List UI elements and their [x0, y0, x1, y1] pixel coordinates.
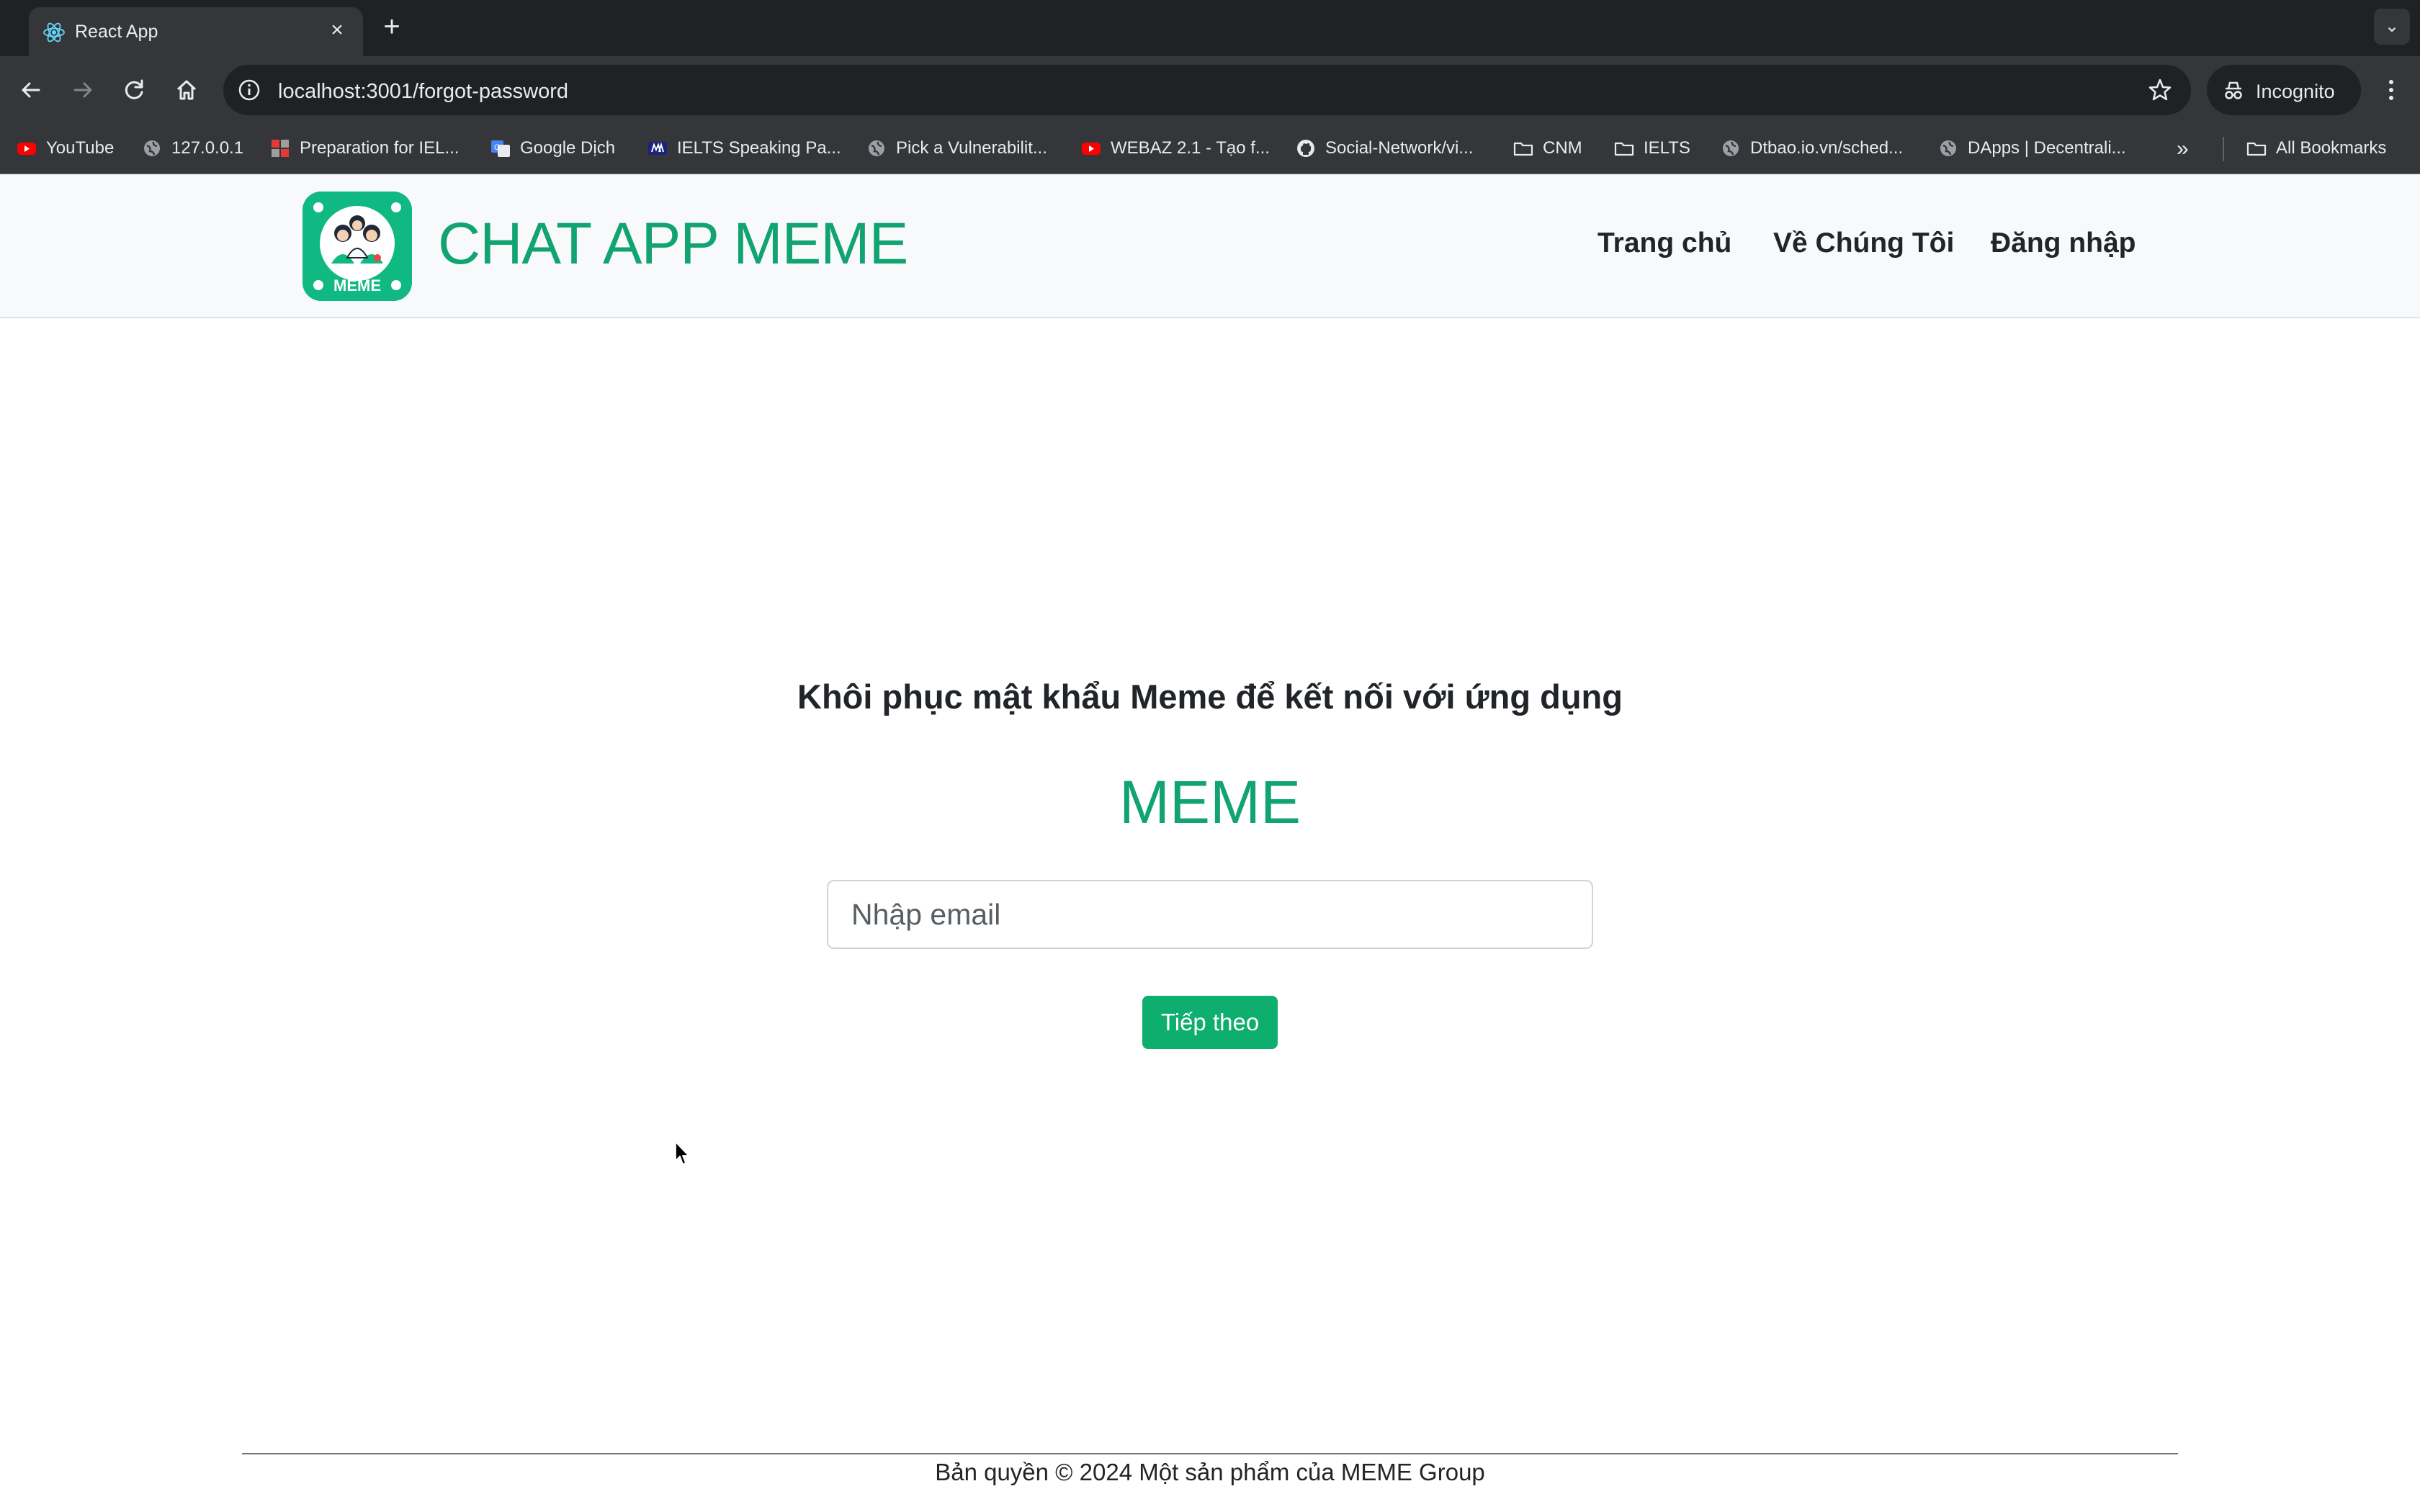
brand-logo[interactable]: MEME: [302, 192, 412, 301]
bookmark-social-network[interactable]: Social-Network/vi...: [1295, 134, 1473, 163]
footer-divider: [242, 1453, 2178, 1454]
bookmark-label: Social-Network/vi...: [1325, 138, 1474, 158]
nav-login-link[interactable]: Đăng nhập: [1991, 228, 2136, 259]
bookmark-label: IELTS: [1644, 138, 1690, 158]
bookmarks-bar: YouTube 127.0.0.1 Preparation for IEL...…: [0, 124, 2420, 174]
globe-icon: [869, 140, 884, 156]
url-text[interactable]: localhost:3001/forgot-password: [278, 80, 568, 104]
bookmark-dapps[interactable]: DApps | Decentrali...: [1937, 134, 2126, 163]
bookmark-label: DApps | Decentrali...: [1968, 138, 2126, 158]
youtube-icon: [1082, 143, 1101, 155]
back-button[interactable]: [13, 72, 49, 108]
email-input[interactable]: [827, 880, 1593, 949]
grid-icon: [272, 140, 289, 157]
folder-icon: [1513, 142, 1533, 156]
folder-icon: [2246, 142, 2267, 156]
bookmark-label: Preparation for IEL...: [300, 138, 460, 158]
browser-menu-button[interactable]: [2377, 72, 2406, 108]
nav-home-link[interactable]: Trang chủ: [1597, 228, 1731, 259]
github-icon: [1297, 140, 1314, 157]
globe-icon: [144, 140, 160, 156]
bookmark-label: YouTube: [46, 138, 115, 158]
home-button[interactable]: [169, 72, 205, 108]
bookmark-folder-cnm[interactable]: CNM: [1512, 134, 1582, 163]
folder-icon: [1614, 142, 1634, 156]
browser-tab-strip: React App × + ⌄: [0, 0, 2420, 56]
bookmarks-divider: [2223, 137, 2224, 161]
bookmark-dtbao[interactable]: Dtbao.io.vn/sched...: [1720, 134, 1903, 163]
footer-copyright: Bản quyền © 2024 Một sản phẩm của MEME G…: [935, 1459, 1485, 1485]
bookmark-localhost[interactable]: 127.0.0.1: [141, 134, 243, 163]
bookmark-ielts-prep[interactable]: Preparation for IEL...: [269, 134, 459, 163]
chevron-double-right-icon[interactable]: »: [2177, 137, 2189, 161]
bookmark-youtube[interactable]: YouTube: [16, 134, 114, 163]
next-button[interactable]: Tiếp theo: [1142, 996, 1278, 1049]
all-bookmarks-label: All Bookmarks: [2276, 138, 2387, 158]
bookmark-label: WEBAZ 2.1 - Tạo f...: [1111, 138, 1270, 158]
browser-tab[interactable]: React App ×: [29, 7, 363, 56]
arrow-right-icon: [73, 82, 92, 98]
globe-icon: [1940, 140, 1956, 156]
youtube-icon: [17, 143, 36, 155]
home-icon: [176, 80, 197, 100]
logo-text: MEME: [333, 276, 381, 294]
star-icon[interactable]: [2146, 76, 2174, 104]
bookmark-folder-ielts[interactable]: IELTS: [1613, 134, 1690, 163]
meme-logo-icon: MEME: [302, 192, 412, 301]
tab-title: React App: [75, 22, 158, 42]
mouse-cursor-icon: [675, 1141, 689, 1165]
bookmark-google-translate[interactable]: G Google Dịch: [490, 134, 615, 163]
arrow-left-icon: [22, 82, 40, 98]
bookmark-label: Google Dịch: [520, 138, 616, 158]
reload-button[interactable]: [117, 72, 153, 108]
reload-icon: [125, 79, 143, 99]
nav-about-link[interactable]: Về Chúng Tôi: [1773, 228, 1954, 259]
bookmark-label: 127.0.0.1: [171, 138, 244, 158]
bookmark-vulnerability[interactable]: Pick a Vulnerabilit...: [866, 134, 1047, 163]
new-tab-button[interactable]: +: [377, 12, 406, 42]
app-navbar: MEME CHAT APP MEME Trang chủ Về Chúng Tô…: [0, 174, 2420, 318]
bookmark-label: CNM: [1543, 138, 1582, 158]
browser-toolbar: localhost:3001/forgot-password Incognito: [0, 56, 2420, 124]
svg-text:G: G: [494, 143, 501, 152]
more-vert-icon: [2389, 80, 2393, 100]
globe-icon: [1723, 140, 1739, 156]
translate-icon: G: [491, 140, 510, 157]
react-icon: [43, 22, 65, 42]
address-bar[interactable]: localhost:3001/forgot-password: [223, 65, 2191, 115]
bookmark-label: Dtbao.io.vn/sched...: [1750, 138, 1904, 158]
incognito-label: Incognito: [2256, 81, 2335, 102]
bookmark-label: Pick a Vulnerabilit...: [896, 138, 1047, 158]
incognito-icon: [2225, 81, 2242, 99]
tab-search-button[interactable]: ⌄: [2374, 9, 2410, 45]
bookmark-webaz[interactable]: WEBAZ 2.1 - Tạo f...: [1080, 134, 1270, 163]
m-icon: [648, 142, 667, 155]
page-heading: Khôi phục mật khẩu Meme để kết nối với ứ…: [797, 678, 1623, 716]
close-tab-icon[interactable]: ×: [324, 17, 350, 43]
incognito-indicator[interactable]: Incognito: [2207, 65, 2361, 115]
forward-button[interactable]: [65, 72, 101, 108]
meme-title: MEME: [1119, 768, 1301, 836]
bookmark-ielts-speaking[interactable]: IELTS Speaking Pa...: [647, 134, 841, 163]
bookmark-label: IELTS Speaking Pa...: [677, 138, 841, 158]
info-icon[interactable]: [236, 77, 262, 103]
all-bookmarks-button[interactable]: All Bookmarks: [2246, 134, 2386, 163]
brand-name[interactable]: CHAT APP MEME: [438, 210, 908, 278]
